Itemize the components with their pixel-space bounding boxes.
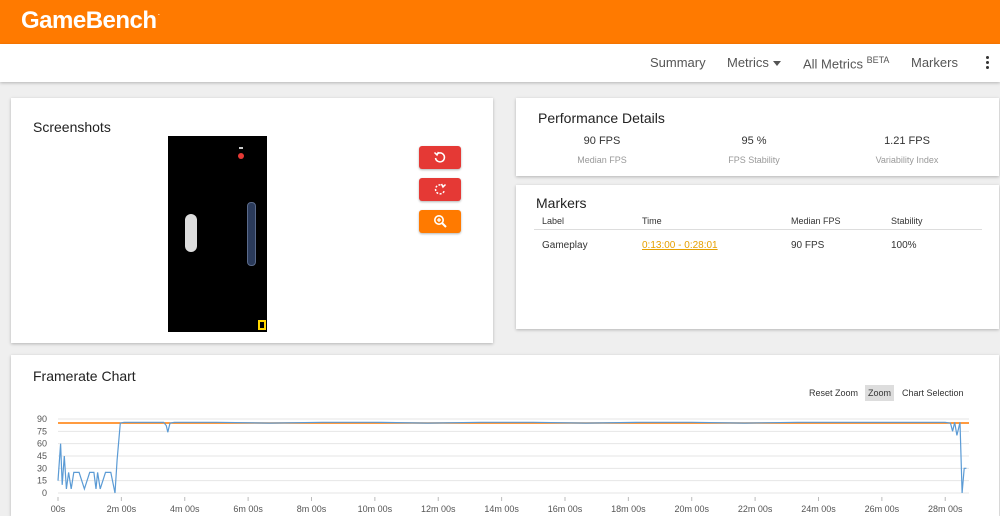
- marker-row-label: Gameplay: [542, 240, 588, 251]
- nav-summary[interactable]: Summary: [650, 55, 706, 70]
- median-fps-label: Median FPS: [577, 155, 627, 165]
- nav-metrics[interactable]: Metrics: [727, 55, 781, 70]
- beta-badge: BETA: [866, 55, 890, 65]
- x-tick-label: 22m 00s: [738, 504, 773, 514]
- rotate-right-icon: [434, 183, 447, 195]
- screenshots-title: Screenshots: [33, 119, 111, 135]
- performance-details-card: Performance Details 90 FPS Median FPS 95…: [516, 98, 999, 176]
- y-tick-label: 45: [37, 451, 47, 461]
- x-tick-label: 16m 00s: [548, 504, 583, 514]
- x-tick-label: 12m 00s: [421, 504, 456, 514]
- nav-metrics-label: Metrics: [727, 55, 769, 70]
- screenshot-image[interactable]: [168, 136, 267, 332]
- x-tick-label: 26m 00s: [865, 504, 900, 514]
- framerate-chart[interactable]: 90 75 60 45 30 15 0 00s 2m 00s 4m 00s 6m 00s 8m 00…: [11, 355, 999, 516]
- table-divider: [534, 229, 982, 230]
- x-tick-label: 24m 00s: [801, 504, 836, 514]
- marker-row-median-fps: 90 FPS: [791, 240, 825, 251]
- x-tick-label: 10m 00s: [358, 504, 393, 514]
- record-dot: [238, 153, 244, 159]
- x-tick-label: 18m 00s: [611, 504, 646, 514]
- game-button-graphic: [185, 214, 197, 252]
- status-indicator: [239, 147, 243, 149]
- x-tick-label: 2m 00s: [107, 504, 137, 514]
- rotate-left-button[interactable]: [419, 146, 461, 169]
- x-tick-label: 4m 00s: [170, 504, 200, 514]
- x-tick-label: 00s: [51, 504, 66, 514]
- y-tick-label: 0: [42, 488, 47, 498]
- zoom-in-button[interactable]: [419, 210, 461, 233]
- logo-text: GameBench: [21, 7, 157, 34]
- performance-details-title: Performance Details: [538, 110, 665, 126]
- x-tick-label: 14m 00s: [484, 504, 519, 514]
- column-header-median-fps: Median FPS: [791, 216, 841, 226]
- marker-row-time-link[interactable]: 0:13:00 - 0:28:01: [642, 240, 718, 251]
- nav-markers[interactable]: Markers: [911, 55, 958, 70]
- nav-all-metrics-label: All Metrics: [803, 56, 863, 72]
- median-fps-value: 90 FPS: [583, 135, 621, 147]
- x-tick-label: 8m 00s: [297, 504, 327, 514]
- screenshots-card: Screenshots: [11, 98, 493, 343]
- x-tick-label: 20m 00s: [674, 504, 709, 514]
- fps-series-line: [57, 421, 967, 494]
- kebab-menu-icon[interactable]: [982, 56, 992, 70]
- marker-row-stability: 100%: [891, 240, 917, 251]
- corner-marker: [258, 320, 266, 330]
- nav-all-metrics[interactable]: All Metrics BETA: [803, 55, 889, 71]
- rotate-right-button[interactable]: [419, 178, 461, 201]
- fps-stability-value: 95 %: [741, 135, 767, 147]
- x-tick-label: 28m 00s: [928, 504, 963, 514]
- zoom-in-icon: [434, 215, 447, 228]
- variability-index-value: 1.21 FPS: [884, 135, 930, 147]
- framerate-chart-card: Framerate Chart Reset Zoom Zoom Chart Se…: [11, 355, 999, 516]
- markers-title: Markers: [536, 195, 587, 211]
- column-header-stability: Stability: [891, 216, 923, 226]
- column-header-time: Time: [642, 216, 662, 226]
- y-tick-label: 60: [37, 439, 47, 449]
- gamebench-logo[interactable]: GameBench.: [21, 7, 160, 35]
- y-tick-label: 15: [37, 476, 47, 486]
- caret-down-icon: [772, 61, 781, 67]
- y-tick-label: 30: [37, 463, 47, 473]
- top-bar: GameBench.: [0, 0, 1000, 44]
- column-header-label: Label: [542, 216, 565, 226]
- game-banner-graphic: [247, 202, 256, 266]
- fps-stability-label: FPS Stability: [728, 155, 780, 165]
- variability-index-label: Variability Index: [875, 155, 939, 165]
- markers-card: Markers Label Time Median FPS Stability …: [516, 185, 999, 329]
- nav-bar: Summary Metrics All Metrics BETA Markers: [0, 44, 1000, 82]
- y-tick-label: 75: [37, 426, 47, 436]
- logo-mark: .: [157, 7, 161, 17]
- rotate-left-icon: [433, 151, 446, 163]
- x-tick-label: 6m 00s: [233, 504, 263, 514]
- y-tick-label: 90: [37, 414, 47, 424]
